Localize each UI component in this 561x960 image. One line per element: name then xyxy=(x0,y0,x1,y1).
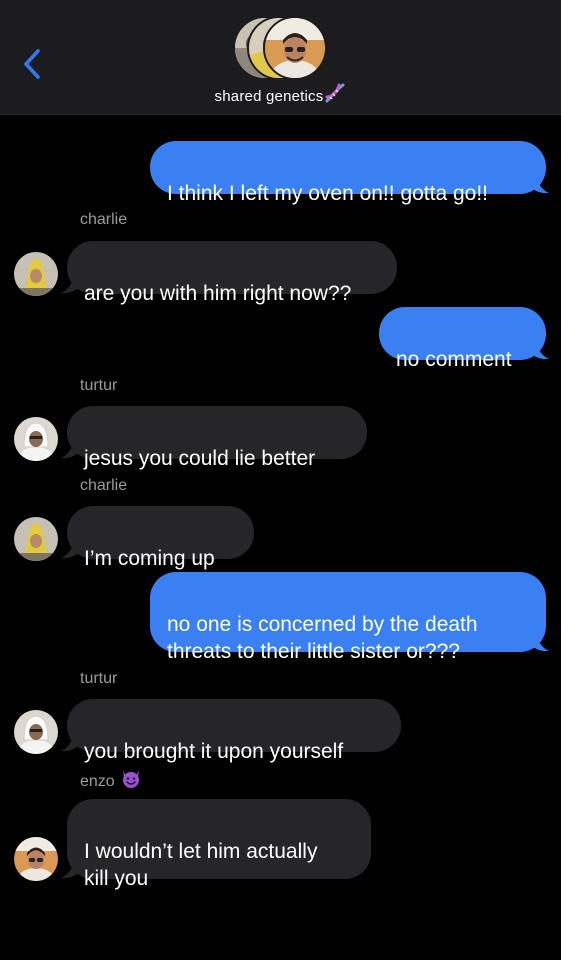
smiling-devil-icon xyxy=(120,767,142,794)
outgoing-message[interactable]: no one is concerned by the death threats… xyxy=(150,572,546,663)
bubble-tail xyxy=(61,272,80,294)
avatar-enzo[interactable] xyxy=(14,837,58,881)
message-text: I’m coming up xyxy=(84,547,215,570)
sender-name: enzo xyxy=(80,770,142,794)
message-text: are you with him right now?? xyxy=(84,282,352,305)
member-avatar-front xyxy=(263,16,327,80)
bubble-tail xyxy=(61,537,80,559)
chevron-left-icon xyxy=(24,49,40,79)
avatar-charlie[interactable] xyxy=(14,252,58,296)
sender-name: turtur xyxy=(80,670,118,687)
message-text: jesus you could lie better xyxy=(84,447,316,470)
sender-name: charlie xyxy=(80,211,128,228)
bubble-tail xyxy=(530,338,549,360)
group-avatar[interactable] xyxy=(233,16,329,80)
message-text: no one is concerned by the death threats… xyxy=(167,613,478,663)
message-text: you brought it upon yourself xyxy=(84,740,344,763)
incoming-message[interactable]: jesus you could lie better xyxy=(67,406,367,470)
sender-name: turtur xyxy=(80,377,118,394)
avatar-turtur[interactable] xyxy=(14,417,58,461)
incoming-message[interactable]: you brought it upon yourself xyxy=(67,699,401,763)
dna-icon xyxy=(324,82,346,108)
outgoing-message[interactable]: no comment xyxy=(379,307,546,371)
conversation-header: shared genetics xyxy=(0,0,561,115)
sender-name: charlie xyxy=(80,477,128,494)
incoming-message[interactable]: I’m coming up xyxy=(67,506,254,570)
avatar-turtur[interactable] xyxy=(14,710,58,754)
incoming-message[interactable]: are you with him right now?? xyxy=(67,241,397,305)
group-name-label[interactable]: shared genetics xyxy=(0,83,561,108)
bubble-tail xyxy=(530,630,549,652)
bubble-tail xyxy=(61,730,80,752)
bubble-tail xyxy=(61,437,80,459)
back-button[interactable] xyxy=(18,44,48,84)
message-text: I wouldn’t let him actually kill you xyxy=(84,840,318,890)
incoming-message[interactable]: I wouldn’t let him actually kill you xyxy=(67,799,371,890)
outgoing-message[interactable]: I think I left my oven on!! gotta go!! xyxy=(150,141,546,205)
message-text: I think I left my oven on!! gotta go!! xyxy=(167,182,489,205)
bubble-tail xyxy=(61,857,80,879)
message-text: no comment xyxy=(396,348,512,371)
avatar-charlie[interactable] xyxy=(14,517,58,561)
group-name: shared genetics xyxy=(214,87,324,105)
bubble-tail xyxy=(530,172,549,194)
sender-name-text: enzo xyxy=(80,773,115,791)
